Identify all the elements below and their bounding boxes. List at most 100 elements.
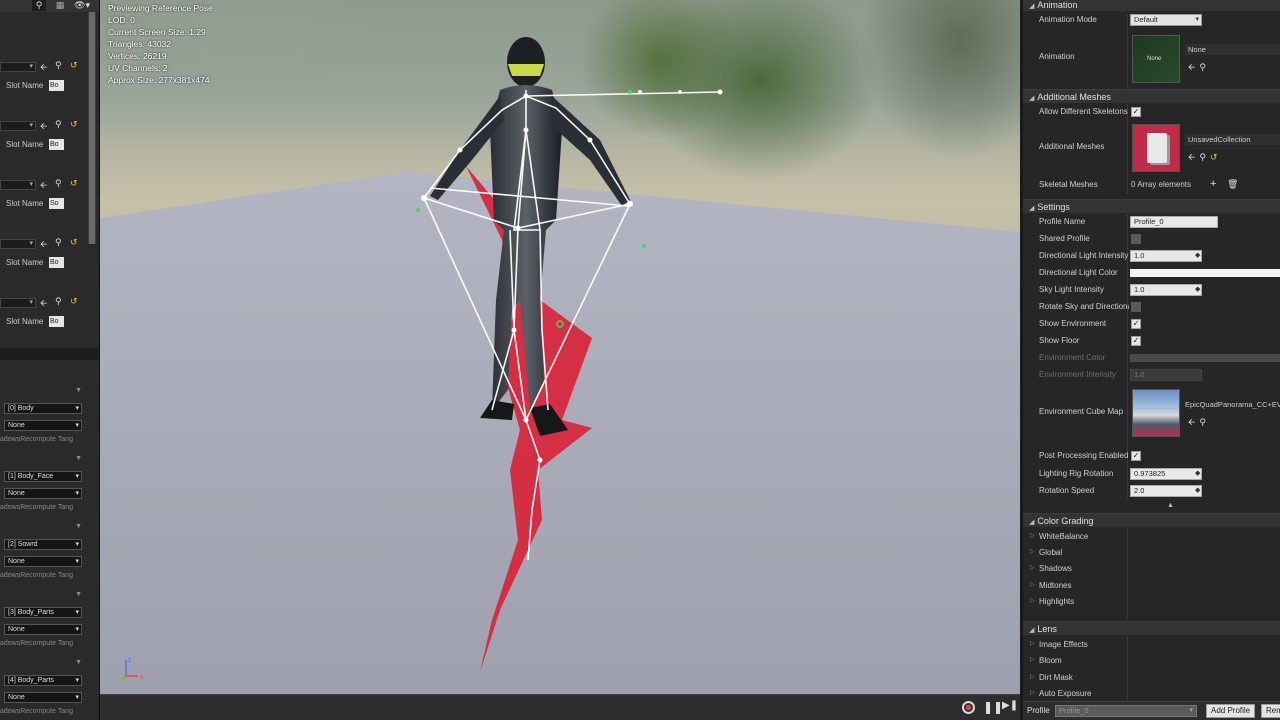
browse-icon[interactable]: ⚲ bbox=[1199, 152, 1210, 162]
color-grading-item[interactable]: ▷ Midtones bbox=[1023, 578, 1280, 594]
browse-icon[interactable]: ⚲ bbox=[55, 60, 62, 71]
pause-icon[interactable]: ❚❚ bbox=[983, 700, 1003, 714]
cube-map-thumbnail[interactable] bbox=[1132, 389, 1180, 437]
search-icon[interactable]: ⚲ bbox=[32, 0, 46, 11]
slot-dropdown[interactable]: ▾ bbox=[0, 298, 36, 308]
rig-rotation-input[interactable]: 0.973825 bbox=[1130, 468, 1202, 480]
shared-profile-checkbox[interactable] bbox=[1131, 234, 1141, 244]
browse-icon[interactable]: ⚲ bbox=[1199, 417, 1210, 427]
browse-icon[interactable]: ⚲ bbox=[55, 178, 62, 189]
lens-item[interactable]: ▷ Auto Exposure bbox=[1023, 686, 1280, 702]
remove-profile-button[interactable]: Rem bbox=[1261, 704, 1280, 718]
advanced-collapse-icon[interactable]: ▲ bbox=[1167, 502, 1174, 509]
item-label: WhiteBalance bbox=[1039, 532, 1089, 541]
environment-intensity-label: Environment Intensity bbox=[1039, 370, 1116, 379]
lens-item[interactable]: ▷ Dirt Mask bbox=[1023, 670, 1280, 686]
override-dropdown[interactable]: None ▾ bbox=[4, 488, 82, 499]
material-dropdown[interactable]: [0] Body ▾ bbox=[4, 403, 82, 414]
show-environment-checkbox[interactable]: ✓ bbox=[1131, 319, 1141, 329]
3d-viewport[interactable]: Previewing Reference Pose LOD: 0 Current… bbox=[100, 0, 1020, 720]
reset-icon[interactable]: ↺ bbox=[70, 178, 78, 189]
scroll-thumb[interactable] bbox=[89, 12, 95, 244]
spin-icon[interactable]: ◆ bbox=[1195, 469, 1200, 477]
use-asset-icon[interactable]: 🡨 bbox=[40, 178, 47, 194]
use-asset-icon[interactable]: 🡨 bbox=[40, 296, 47, 312]
browse-icon[interactable]: ⚲ bbox=[55, 296, 62, 307]
lens-item[interactable]: ▷ Bloom bbox=[1023, 653, 1280, 669]
allow-skeletons-row: Allow Different Skeletons ✓ bbox=[1023, 104, 1280, 121]
show-floor-checkbox[interactable]: ✓ bbox=[1131, 336, 1141, 346]
recompute-label: Recompute Tang bbox=[20, 708, 74, 715]
add-element-icon[interactable]: + bbox=[1210, 178, 1216, 190]
use-asset-icon[interactable]: 🡨 bbox=[1188, 417, 1199, 427]
post-processing-checkbox[interactable]: ✓ bbox=[1131, 451, 1141, 461]
slot-name-field[interactable]: Bo bbox=[49, 80, 64, 91]
use-asset-icon[interactable]: 🡨 bbox=[1188, 62, 1199, 72]
material-dropdown[interactable]: [4] Body_Parts ▾ bbox=[4, 675, 82, 686]
step-forward-icon[interactable]: ▶❚ bbox=[1002, 700, 1018, 711]
reset-icon[interactable]: ↺ bbox=[70, 119, 78, 130]
profile-dropdown[interactable]: Profile_0 ▾ bbox=[1055, 705, 1197, 717]
allow-skeletons-checkbox[interactable]: ✓ bbox=[1131, 107, 1141, 117]
rotate-sky-checkbox[interactable] bbox=[1131, 302, 1141, 312]
delete-all-icon[interactable]: 🗑 bbox=[1227, 179, 1238, 190]
browse-icon[interactable]: ⚲ bbox=[55, 119, 62, 130]
slot-name-field[interactable]: Bo bbox=[49, 139, 64, 150]
override-dropdown[interactable]: None ▾ bbox=[4, 556, 82, 567]
use-asset-icon[interactable]: 🡨 bbox=[40, 60, 47, 76]
browse-icon[interactable]: ⚲ bbox=[1199, 62, 1210, 72]
animation-asset-name[interactable]: None bbox=[1185, 44, 1280, 55]
eye-icon[interactable]: 👁▾ bbox=[70, 0, 94, 11]
record-button[interactable] bbox=[962, 701, 975, 714]
use-asset-icon[interactable]: 🡨 bbox=[40, 237, 47, 253]
override-dropdown[interactable]: None ▾ bbox=[4, 420, 82, 431]
lens-section-header[interactable]: ◢ Lens bbox=[1023, 621, 1280, 635]
reset-icon[interactable]: ↺ bbox=[1210, 152, 1222, 162]
directional-color-swatch[interactable] bbox=[1130, 269, 1280, 277]
material-dropdown[interactable]: [2] Sowrd ▾ bbox=[4, 539, 82, 550]
animation-mode-dropdown[interactable]: Default ▾ bbox=[1130, 14, 1202, 26]
reset-icon[interactable]: ↺ bbox=[70, 296, 78, 307]
spin-icon[interactable]: ◆ bbox=[1195, 285, 1200, 293]
slot-name-field[interactable]: So bbox=[49, 198, 64, 209]
override-dropdown[interactable]: None ▾ bbox=[4, 624, 82, 635]
color-grading-item[interactable]: ▷ WhiteBalance bbox=[1023, 529, 1280, 545]
slot-dropdown[interactable]: ▾ bbox=[0, 121, 36, 131]
animation-section-header[interactable]: ◢ Animation bbox=[1023, 0, 1280, 11]
asset-actions: 🡨⚲ bbox=[1188, 60, 1210, 76]
slot-dropdown[interactable]: ▾ bbox=[0, 180, 36, 190]
slot-dropdown[interactable]: ▾ bbox=[0, 62, 36, 72]
color-grading-item[interactable]: ▷ Global bbox=[1023, 545, 1280, 561]
slot-dropdown[interactable]: ▾ bbox=[0, 239, 36, 249]
cube-map-asset-name[interactable]: EpicQuadPanorama_CC+EV1 bbox=[1185, 400, 1280, 409]
left-scrollbar[interactable] bbox=[88, 12, 96, 244]
spin-icon[interactable]: ◆ bbox=[1195, 486, 1200, 494]
color-grading-item[interactable]: ▷ Shadows bbox=[1023, 561, 1280, 577]
color-grading-item[interactable]: ▷ Highlights bbox=[1023, 594, 1280, 610]
color-grading-section-header[interactable]: ◢ Color Grading bbox=[1023, 513, 1280, 527]
view-options-icon[interactable]: ▦ bbox=[54, 0, 66, 11]
reset-icon[interactable]: ↺ bbox=[70, 60, 78, 71]
lens-item[interactable]: ▷ Image Effects bbox=[1023, 637, 1280, 653]
mesh-collection-name[interactable]: UnsavedCollection bbox=[1185, 134, 1280, 145]
animation-thumbnail[interactable]: None bbox=[1132, 35, 1180, 83]
profile-name-input[interactable]: Profile_0 bbox=[1130, 216, 1218, 228]
reset-icon[interactable]: ↺ bbox=[70, 237, 78, 248]
mesh-collection-thumbnail[interactable] bbox=[1132, 124, 1180, 172]
use-asset-icon[interactable]: 🡨 bbox=[1188, 152, 1199, 162]
show-floor-label: Show Floor bbox=[1039, 336, 1080, 345]
material-dropdown[interactable]: [1] Body_Face ▾ bbox=[4, 471, 82, 482]
rotation-speed-input[interactable]: 2.0 bbox=[1130, 485, 1202, 497]
directional-intensity-input[interactable]: 1.0 bbox=[1130, 250, 1202, 262]
spin-icon[interactable]: ◆ bbox=[1195, 251, 1200, 259]
sky-intensity-input[interactable]: 1.0 bbox=[1130, 284, 1202, 296]
override-dropdown[interactable]: None ▾ bbox=[4, 692, 82, 703]
use-asset-icon[interactable]: 🡨 bbox=[40, 119, 47, 135]
additional-meshes-section-header[interactable]: ◢ Additional Meshes bbox=[1023, 89, 1280, 103]
slot-name-field[interactable]: Bo bbox=[49, 257, 64, 268]
add-profile-button[interactable]: Add Profile bbox=[1206, 704, 1256, 718]
material-dropdown[interactable]: [3] Body_Parts ▾ bbox=[4, 607, 82, 618]
settings-section-header[interactable]: ◢ Settings bbox=[1023, 199, 1280, 213]
browse-icon[interactable]: ⚲ bbox=[55, 237, 62, 248]
slot-name-field[interactable]: Bo bbox=[49, 316, 64, 327]
